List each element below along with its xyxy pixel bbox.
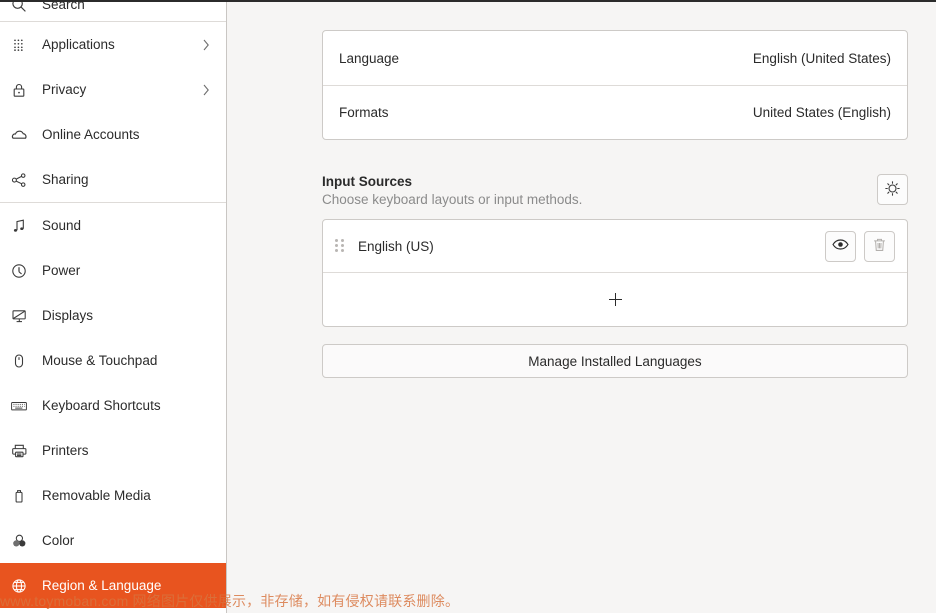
language-row-value: English (United States) [752, 50, 891, 66]
sidebar-item-label: Region & Language [42, 578, 162, 593]
input-source-actions [825, 230, 895, 262]
input-source-row[interactable]: English (US) [323, 220, 907, 273]
language-row[interactable]: Language English (United States) [323, 31, 907, 85]
language-row-label: Language [339, 50, 400, 66]
sidebar-item-search[interactable]: Search [0, 0, 226, 21]
input-sources-subtitle: Choose keyboard layouts or input methods… [322, 192, 583, 207]
grid-icon [6, 37, 32, 53]
sidebar-item-label: Online Accounts [42, 127, 140, 142]
input-sources-card: English (US) [322, 219, 908, 327]
add-input-source-button[interactable] [323, 273, 907, 326]
sidebar-item-printers[interactable]: Printers [0, 428, 226, 473]
globe-icon [6, 578, 32, 594]
input-source-name: English (US) [358, 238, 434, 254]
sidebar-nav-list: Search Applications Privacy Online Accou… [0, 0, 226, 608]
input-sources-heading-text: Input Sources Choose keyboard layouts or… [322, 174, 582, 207]
input-sources-header: Input Sources Choose keyboard layouts or… [322, 174, 908, 207]
preview-layout-button[interactable] [825, 230, 856, 262]
sidebar-item-displays[interactable]: Displays [0, 293, 226, 338]
sidebar-item-keyboard-shortcuts[interactable]: Keyboard Shortcuts [0, 383, 226, 428]
share-icon [6, 172, 32, 188]
sidebar-item-label: Printers [42, 443, 89, 458]
formats-row-value: United States (English) [752, 105, 891, 120]
sidebar-item-label: Sharing [42, 172, 89, 187]
trash-icon [872, 237, 887, 256]
sidebar-item-label: Sound [42, 218, 82, 233]
sidebar-item-applications[interactable]: Applications [0, 22, 226, 67]
printer-icon [6, 443, 32, 459]
sidebar-item-sound[interactable]: Sound [0, 203, 226, 248]
chevron-right-icon [200, 82, 212, 98]
sidebar-item-removable-media[interactable]: Removable Media [0, 473, 226, 518]
language-formats-card: Language English (United States) Formats… [322, 30, 908, 140]
region-language-panel: Language English (United States) Formats… [322, 30, 908, 378]
sidebar-item-online-accounts[interactable]: Online Accounts [0, 112, 226, 157]
music-note-icon [6, 218, 32, 234]
sidebar-item-label: Mouse & Touchpad [42, 353, 158, 368]
sidebar: Search Applications Privacy Online Accou… [0, 0, 227, 613]
sidebar-item-label: Power [42, 263, 81, 278]
sidebar-item-label: Removable Media [42, 488, 151, 503]
gear-icon [884, 180, 901, 200]
power-icon [6, 263, 32, 279]
sidebar-item-color[interactable]: Color [0, 518, 226, 563]
manage-installed-languages-button[interactable]: Manage Installed Languages [322, 344, 908, 378]
input-sources-settings-button[interactable] [877, 174, 908, 205]
display-icon [6, 308, 32, 324]
input-sources-title: Input Sources [322, 174, 413, 189]
remove-input-source-button[interactable] [864, 230, 895, 262]
window-top-edge [0, 0, 936, 2]
sidebar-item-label: Displays [42, 308, 94, 323]
sidebar-item-mouse-touchpad[interactable]: Mouse & Touchpad [0, 338, 226, 383]
color-circles-icon [6, 533, 32, 549]
formats-row-label: Formats [339, 105, 389, 120]
sidebar-item-privacy[interactable]: Privacy [0, 67, 226, 112]
mouse-icon [6, 353, 32, 369]
keyboard-icon [6, 398, 32, 414]
content-area: Language English (United States) Formats… [227, 0, 936, 613]
settings-window: Search Applications Privacy Online Accou… [0, 0, 936, 613]
sidebar-item-region-language[interactable]: Region & Language [0, 563, 226, 608]
usb-drive-icon [6, 488, 32, 504]
eye-icon [832, 238, 849, 254]
drag-handle-icon[interactable] [335, 239, 345, 253]
cloud-icon [6, 127, 32, 143]
sidebar-item-label: Privacy [42, 82, 87, 97]
lock-icon [6, 82, 32, 98]
chevron-right-icon [200, 37, 212, 53]
sidebar-item-label: Applications [42, 37, 115, 52]
plus-icon [608, 293, 622, 306]
sidebar-item-label: Color [42, 533, 75, 548]
sidebar-item-label: Keyboard Shortcuts [42, 398, 161, 413]
formats-row[interactable]: Formats United States (English) [323, 85, 907, 139]
sidebar-item-sharing[interactable]: Sharing [0, 157, 226, 202]
sidebar-item-power[interactable]: Power [0, 248, 226, 293]
